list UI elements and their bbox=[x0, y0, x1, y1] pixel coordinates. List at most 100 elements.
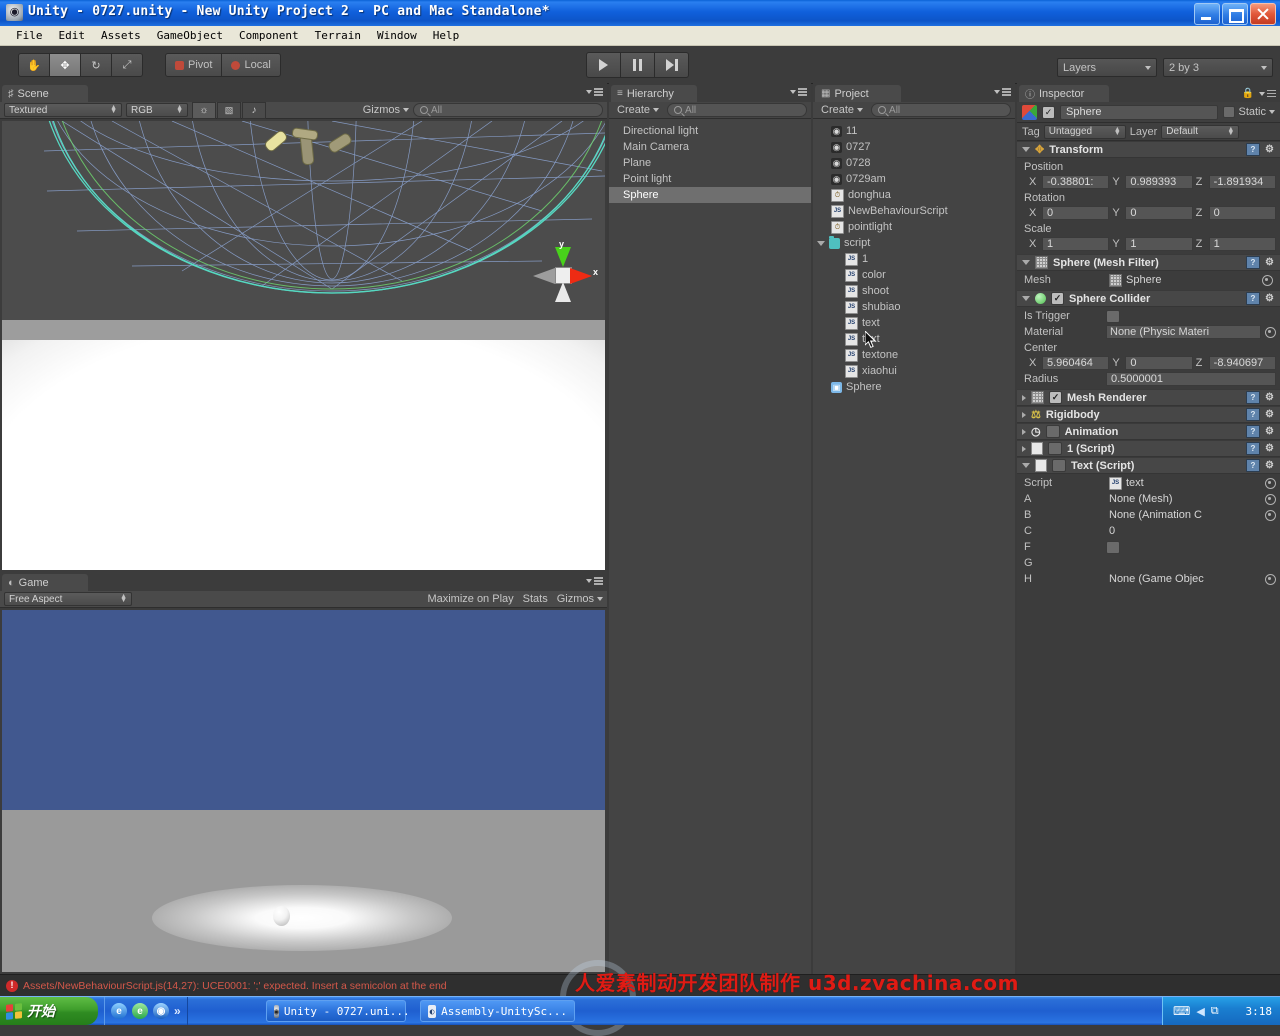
inspector-panel-menu[interactable]: 🔒 bbox=[1242, 88, 1276, 99]
maximize-button[interactable] bbox=[1222, 3, 1248, 25]
project-item-color[interactable]: JS color bbox=[813, 267, 1015, 283]
text-script-component-header[interactable]: Text (Script) ? ⚙ bbox=[1017, 457, 1280, 474]
object-picker-icon[interactable] bbox=[1265, 326, 1276, 338]
app-icon[interactable]: ◉ bbox=[153, 1003, 169, 1019]
project-create-button[interactable]: Create bbox=[817, 104, 867, 116]
scale-x-input[interactable]: 1 bbox=[1042, 237, 1110, 251]
start-button[interactable]: 开始 bbox=[0, 997, 98, 1025]
menu-item-component[interactable]: Component bbox=[231, 27, 307, 44]
menu-item-edit[interactable]: Edit bbox=[51, 27, 94, 44]
help-icon[interactable]: ? bbox=[1246, 391, 1260, 404]
twirl-down-icon[interactable] bbox=[1022, 260, 1030, 265]
help-icon[interactable]: ? bbox=[1246, 256, 1260, 269]
field-h-value[interactable]: None (Game Objec bbox=[1106, 572, 1261, 586]
taskbar-item-unity[interactable]: ◉ Unity - 0727.uni... bbox=[266, 1000, 410, 1022]
menu-item-terrain[interactable]: Terrain bbox=[307, 27, 369, 44]
menu-item-help[interactable]: Help bbox=[425, 27, 468, 44]
field-b-value[interactable]: None (Animation C bbox=[1106, 508, 1261, 522]
step-button[interactable] bbox=[655, 52, 689, 78]
twirl-down-icon[interactable] bbox=[1022, 296, 1030, 301]
play-button[interactable] bbox=[586, 52, 621, 78]
project-item-text-1[interactable]: JS text bbox=[813, 315, 1015, 331]
project-item-script-folder[interactable]: script bbox=[813, 235, 1015, 251]
object-picker-icon[interactable] bbox=[1265, 477, 1276, 489]
rotation-z-input[interactable]: 0 bbox=[1208, 206, 1276, 220]
animation-component-header[interactable]: ◷ Animation ? ⚙ bbox=[1017, 423, 1280, 440]
script-1-enabled-checkbox[interactable] bbox=[1048, 442, 1062, 455]
render-mode-dropdown[interactable]: RGB ▲ ▼ bbox=[126, 103, 188, 117]
text-script-enabled-checkbox[interactable] bbox=[1052, 459, 1066, 472]
scene-viewport[interactable]: y x bbox=[2, 121, 605, 570]
project-item-shoot[interactable]: JS shoot bbox=[813, 283, 1015, 299]
help-icon[interactable]: ? bbox=[1246, 459, 1260, 472]
object-picker-icon[interactable] bbox=[1265, 573, 1276, 585]
project-item-shubiao[interactable]: JS shubiao bbox=[813, 299, 1015, 315]
scene-panel-menu[interactable] bbox=[586, 88, 603, 96]
object-picker-icon[interactable] bbox=[1262, 274, 1273, 286]
radius-input[interactable]: 0.5000001 bbox=[1106, 372, 1276, 386]
help-icon[interactable]: ? bbox=[1246, 143, 1260, 156]
static-toggle[interactable]: Static bbox=[1223, 106, 1275, 118]
project-item-pointlight[interactable]: ⏱ pointlight bbox=[813, 219, 1015, 235]
twirl-down-icon[interactable] bbox=[817, 240, 825, 246]
game-panel-menu[interactable] bbox=[586, 577, 603, 585]
sphere-collider-enabled-checkbox[interactable]: ✓ bbox=[1051, 292, 1064, 305]
hierarchy-item-sphere[interactable]: Sphere bbox=[609, 187, 811, 203]
lock-icon[interactable]: 🔒 bbox=[1242, 88, 1254, 99]
gear-icon[interactable]: ⚙ bbox=[1264, 443, 1275, 454]
menu-item-window[interactable]: Window bbox=[369, 27, 425, 44]
close-button[interactable] bbox=[1250, 3, 1276, 25]
twirl-right-icon[interactable] bbox=[1022, 411, 1026, 418]
project-item-1[interactable]: JS 1 bbox=[813, 251, 1015, 267]
project-item-donghua[interactable]: ⏱ donghua bbox=[813, 187, 1015, 203]
gear-icon[interactable]: ⚙ bbox=[1264, 144, 1275, 155]
animation-enabled-checkbox[interactable] bbox=[1045, 425, 1060, 438]
object-enabled-checkbox[interactable]: ✓ bbox=[1042, 105, 1055, 119]
field-c-value[interactable]: 0 bbox=[1106, 524, 1276, 538]
tab-game[interactable]: ◐ Game bbox=[2, 574, 88, 591]
ie-icon[interactable]: e bbox=[111, 1003, 127, 1019]
arrow-icon[interactable]: ◀ bbox=[1196, 1005, 1204, 1018]
move-tool-icon[interactable]: ✥ bbox=[50, 53, 81, 77]
project-item-xiaohui[interactable]: JS xiaohui bbox=[813, 363, 1015, 379]
twirl-down-icon[interactable] bbox=[1022, 463, 1030, 468]
hand-tool-icon[interactable]: ✋ bbox=[18, 53, 50, 77]
hierarchy-panel-menu[interactable] bbox=[790, 88, 807, 96]
game-gizmos-dropdown[interactable]: Gizmos bbox=[557, 593, 603, 605]
gear-icon[interactable]: ⚙ bbox=[1264, 257, 1275, 268]
tag-dropdown[interactable]: Untagged ▲ ▼ bbox=[1043, 124, 1126, 139]
audio-icon[interactable]: ♪ bbox=[242, 101, 266, 119]
project-panel-menu[interactable] bbox=[994, 88, 1011, 96]
sphere-collider-component-header[interactable]: ✓ Sphere Collider ? ⚙ bbox=[1017, 290, 1280, 307]
menu-item-file[interactable]: File bbox=[8, 27, 51, 44]
gizmos-dropdown[interactable]: Gizmos bbox=[363, 104, 409, 116]
project-search-input[interactable]: All bbox=[871, 103, 1011, 117]
object-picker-icon[interactable] bbox=[1265, 509, 1276, 521]
draw-mode-dropdown[interactable]: Textured ▲ ▼ bbox=[4, 103, 122, 117]
pause-button[interactable] bbox=[621, 52, 655, 78]
hierarchy-item-point-light[interactable]: Point light bbox=[609, 171, 811, 187]
twirl-down-icon[interactable] bbox=[1022, 147, 1030, 152]
mesh-renderer-component-header[interactable]: ✓ Mesh Renderer ? ⚙ bbox=[1017, 389, 1280, 406]
aspect-dropdown[interactable]: Free Aspect ▲ ▼ bbox=[4, 592, 132, 606]
hierarchy-item-plane[interactable]: Plane bbox=[609, 155, 811, 171]
rotation-y-input[interactable]: 0 bbox=[1125, 206, 1193, 220]
field-f-checkbox[interactable] bbox=[1106, 540, 1120, 554]
status-bar[interactable]: ! Assets/NewBehaviourScript.js(14,27): U… bbox=[0, 974, 1280, 996]
sun-icon[interactable]: ☼ bbox=[192, 101, 216, 119]
mesh-filter-component-header[interactable]: Sphere (Mesh Filter) ? ⚙ bbox=[1017, 254, 1280, 271]
project-item-11[interactable]: ◉ 11 bbox=[813, 123, 1015, 139]
help-icon[interactable]: ? bbox=[1246, 408, 1260, 421]
material-object-field[interactable]: None (Physic Materi bbox=[1106, 325, 1261, 339]
clock[interactable]: 3:18 bbox=[1246, 1005, 1273, 1018]
gear-icon[interactable]: ⚙ bbox=[1264, 460, 1275, 471]
tab-scene[interactable]: ♯ Scene bbox=[2, 85, 88, 102]
hierarchy-item-directional-light[interactable]: Directional light bbox=[609, 123, 811, 139]
position-z-input[interactable]: -1.891934 bbox=[1208, 175, 1276, 189]
network-icon[interactable]: ⧉ bbox=[1211, 1005, 1219, 1018]
taskbar-item-assembly[interactable]: ◐ Assembly-UnitySc... bbox=[420, 1000, 575, 1022]
scene-search-input[interactable]: All bbox=[413, 103, 603, 117]
layers-dropdown[interactable]: Layers bbox=[1057, 58, 1157, 77]
center-z-input[interactable]: -8.940697 bbox=[1208, 356, 1276, 370]
tab-project[interactable]: ▦ Project bbox=[815, 85, 901, 102]
